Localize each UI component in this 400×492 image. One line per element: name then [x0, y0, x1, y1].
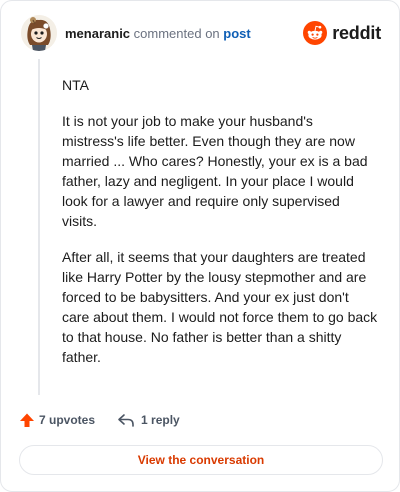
reddit-brand[interactable]: reddit — [303, 20, 381, 46]
upvote-arrow-icon — [20, 413, 34, 427]
comment-body: NTA It is not your job to make your husb… — [62, 75, 378, 383]
reddit-logo-icon — [303, 21, 328, 45]
comment-actions: 7 upvotes 1 reply — [19, 409, 180, 431]
action-text: commented on — [133, 26, 220, 41]
comment-paragraph: It is not your job to make your husband'… — [62, 113, 368, 229]
thread-line — [38, 59, 40, 395]
comment-embed-card: menaranic commented on post reddit NTA I… — [0, 0, 400, 492]
comment-paragraph: After all, it seems that your daughters … — [62, 249, 378, 365]
reply-arrow-icon — [118, 414, 134, 427]
reply-button[interactable]: 1 reply — [117, 412, 180, 428]
upvote-button[interactable]: 7 upvotes — [19, 412, 95, 428]
comment-byline: menaranic commented on post — [65, 26, 251, 41]
upvote-count: 7 upvotes — [39, 413, 96, 427]
reply-count: 1 reply — [141, 413, 180, 427]
username-link[interactable]: menaranic — [65, 26, 130, 41]
comment-paragraph: NTA — [62, 77, 89, 93]
snoo-avatar-icon — [21, 15, 57, 51]
comment-header: menaranic commented on post reddit — [21, 15, 381, 51]
brand-wordmark: reddit — [332, 22, 381, 43]
post-link[interactable]: post — [223, 26, 250, 41]
view-conversation-button[interactable]: View the conversation — [19, 445, 383, 475]
user-avatar[interactable] — [21, 15, 57, 51]
